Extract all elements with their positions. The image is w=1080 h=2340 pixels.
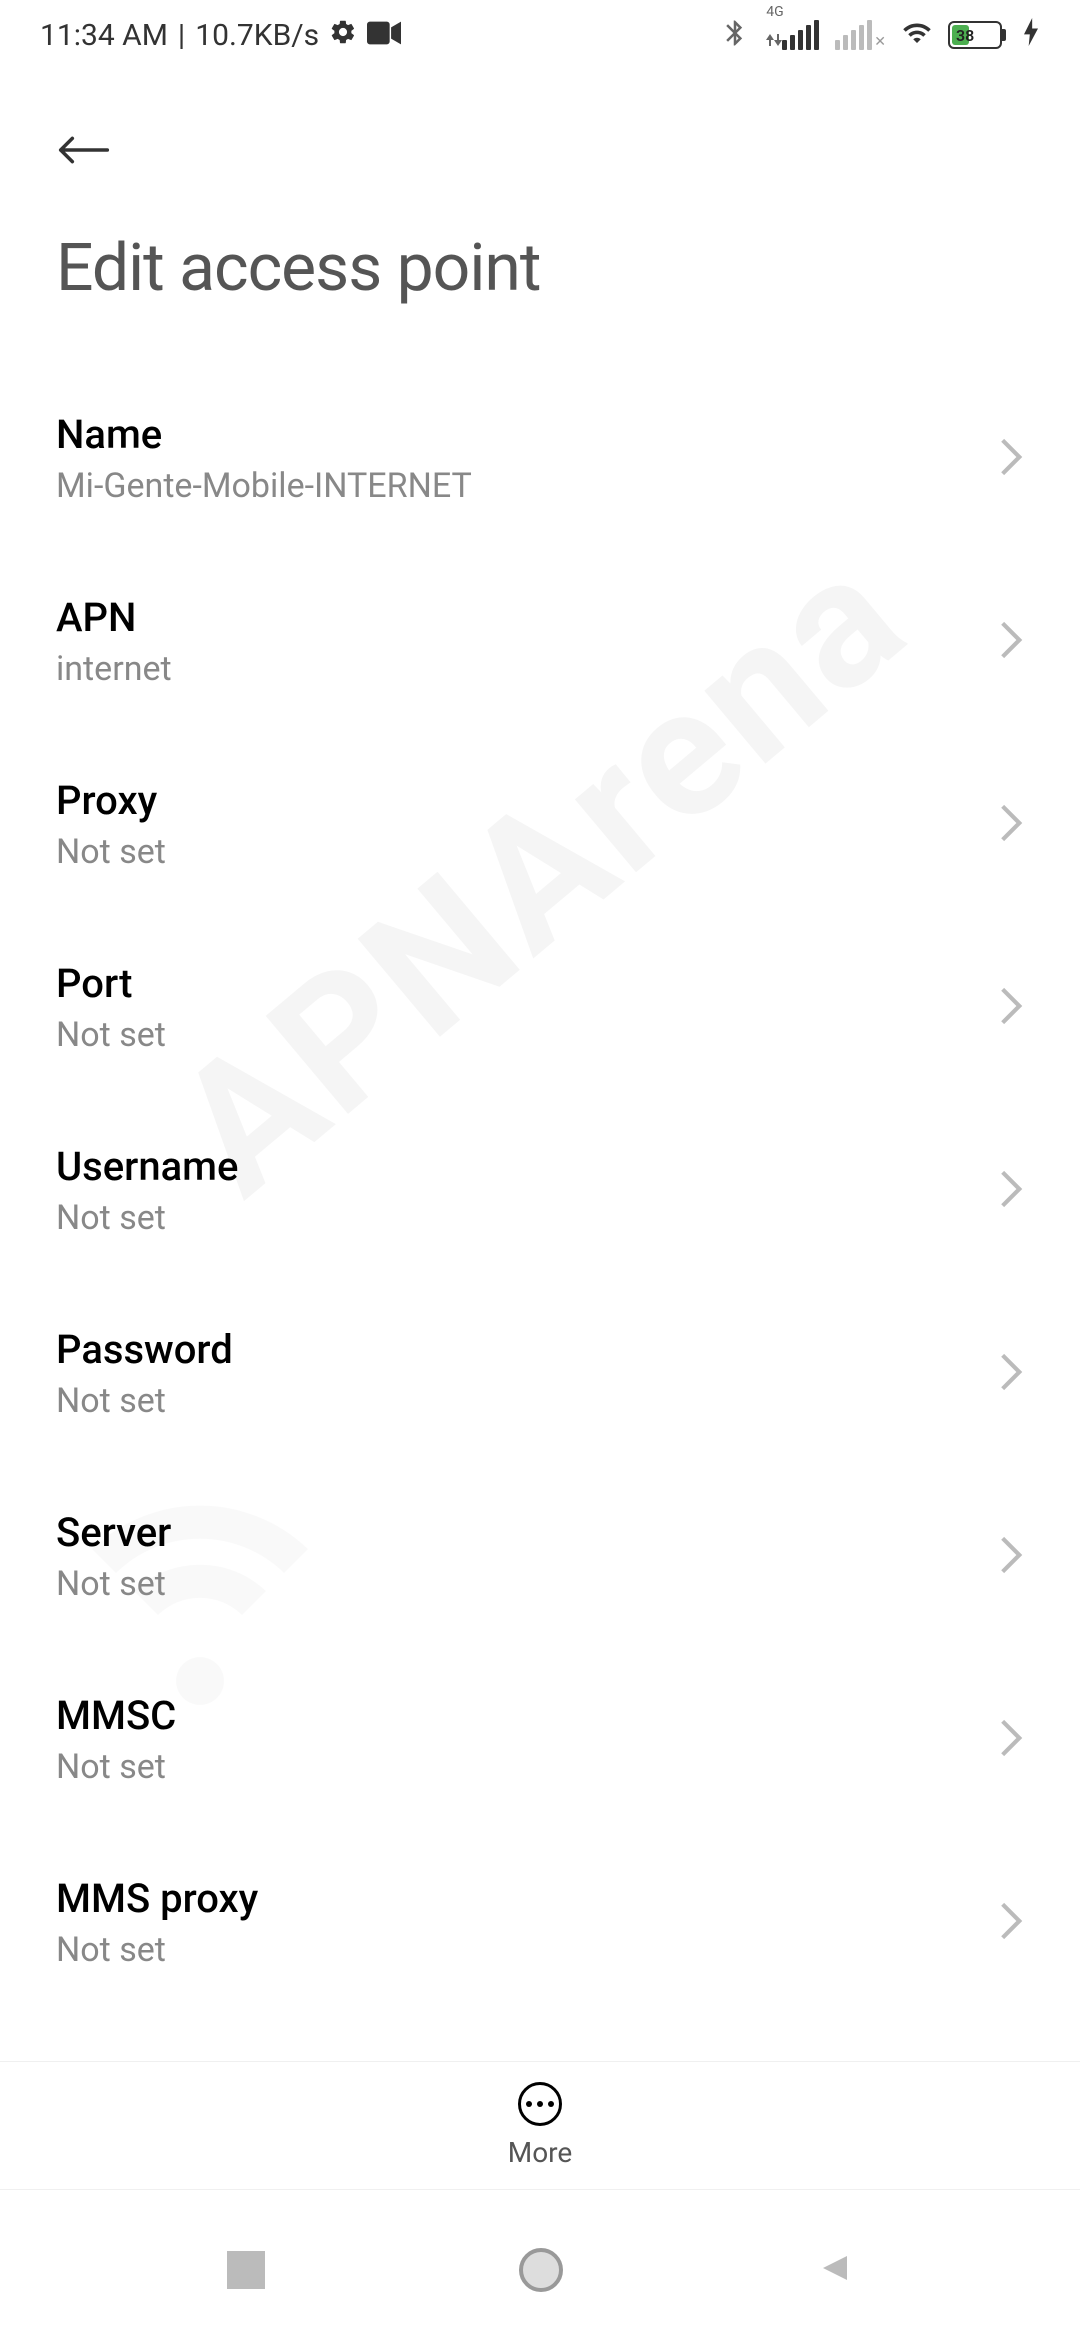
item-value: Not set <box>56 1747 176 1787</box>
item-label: APN <box>56 594 172 641</box>
item-mms-proxy[interactable]: MMS proxy Not set <box>56 1831 1024 2014</box>
item-server[interactable]: Server Not set <box>56 1465 1024 1648</box>
more-icon <box>518 2082 562 2126</box>
signal-2: ✕ <box>835 20 886 50</box>
chevron-right-icon <box>998 803 1024 847</box>
item-label: Name <box>56 411 472 458</box>
item-apn[interactable]: APN internet <box>56 550 1024 733</box>
more-label: More <box>508 2136 573 2169</box>
signal-1: 4G <box>766 20 819 50</box>
status-time: 11:34 AM <box>40 18 168 53</box>
header: Edit access point <box>0 70 1080 307</box>
battery-icon: 38 <box>948 21 1002 49</box>
charging-bolt-icon <box>1022 18 1040 52</box>
back-button[interactable] <box>56 130 112 170</box>
nav-back-button[interactable] <box>817 2250 853 2290</box>
chevron-right-icon <box>998 620 1024 664</box>
item-label: Username <box>56 1143 238 1190</box>
chevron-right-icon <box>998 1718 1024 1762</box>
no-sim-x-icon: ✕ <box>874 34 886 50</box>
bottom-bar: More <box>0 2061 1080 2190</box>
page-title: Edit access point <box>56 230 1024 307</box>
item-label: MMSC <box>56 1692 176 1739</box>
item-value: Not set <box>56 1015 166 1055</box>
item-value: Mi-Gente-Mobile-INTERNET <box>56 466 472 506</box>
status-divider: | <box>178 18 185 53</box>
chevron-right-icon <box>998 1352 1024 1396</box>
status-left: 11:34 AM | 10.7KB/s <box>40 18 401 53</box>
status-bar: 11:34 AM | 10.7KB/s 4G <box>0 0 1080 70</box>
nav-bar <box>0 2200 1080 2340</box>
item-value: internet <box>56 649 172 689</box>
item-value: Not set <box>56 1198 238 1238</box>
signal-4g-label: 4G <box>766 4 783 20</box>
status-right: 4G ✕ <box>720 18 1040 52</box>
data-arrows-icon <box>766 30 782 50</box>
item-label: Proxy <box>56 777 166 824</box>
item-password[interactable]: Password Not set <box>56 1282 1024 1465</box>
item-value: Not set <box>56 1930 258 1970</box>
item-port[interactable]: Port Not set <box>56 916 1024 1099</box>
item-value: Not set <box>56 1381 233 1421</box>
nav-home-button[interactable] <box>519 2248 563 2292</box>
chevron-right-icon <box>998 986 1024 1030</box>
item-value: Not set <box>56 832 166 872</box>
wifi-icon <box>902 18 932 52</box>
gear-icon <box>329 18 357 53</box>
item-label: Password <box>56 1326 233 1373</box>
item-name[interactable]: Name Mi-Gente-Mobile-INTERNET <box>56 367 1024 550</box>
content: APNArena Name Mi-Gente-Mobile-INTERNET A… <box>0 367 1080 2014</box>
nav-recent-button[interactable] <box>227 2251 265 2289</box>
chevron-right-icon <box>998 1535 1024 1579</box>
chevron-right-icon <box>998 437 1024 481</box>
chevron-right-icon <box>998 1901 1024 1945</box>
camera-icon <box>367 18 401 53</box>
item-label: MMS proxy <box>56 1875 258 1922</box>
item-label: Port <box>56 960 166 1007</box>
item-mmsc[interactable]: MMSC Not set <box>56 1648 1024 1831</box>
battery-text: 38 <box>956 26 974 45</box>
status-speed: 10.7KB/s <box>195 18 319 53</box>
more-button[interactable]: More <box>508 2082 573 2169</box>
item-username[interactable]: Username Not set <box>56 1099 1024 1282</box>
item-proxy[interactable]: Proxy Not set <box>56 733 1024 916</box>
chevron-right-icon <box>998 1169 1024 1213</box>
item-value: Not set <box>56 1564 171 1604</box>
item-label: Server <box>56 1509 171 1556</box>
bluetooth-icon <box>720 18 750 52</box>
